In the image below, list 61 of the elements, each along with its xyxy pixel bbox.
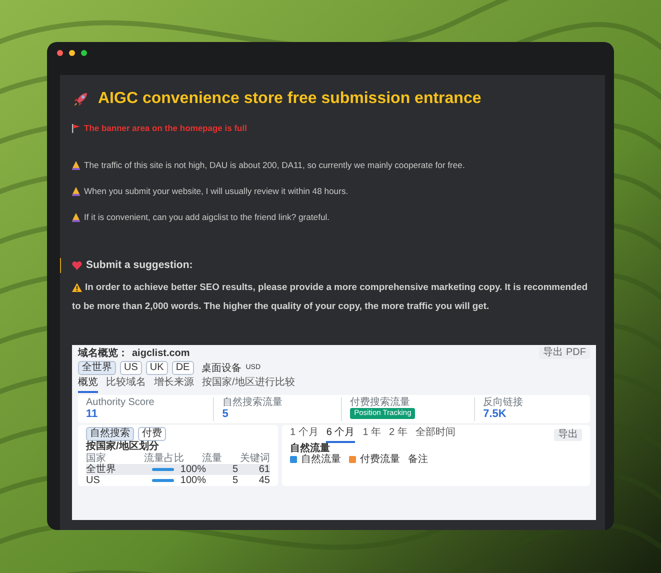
report-tab[interactable]: 按国家/地区进行比较 bbox=[202, 377, 295, 393]
period-tab[interactable]: 2 年 bbox=[389, 427, 408, 442]
report-tab[interactable]: 概览 bbox=[78, 377, 98, 393]
metric-value: 7.5K bbox=[483, 408, 508, 421]
section-title: 按国家/地区划分 bbox=[86, 441, 160, 452]
table-cell-text: 45 bbox=[258, 474, 270, 486]
column-header: 流量 bbox=[201, 452, 222, 464]
warning-icon bbox=[72, 283, 82, 292]
note-text: If it is convenient, can you add aigclist to the friend link? grateful. bbox=[84, 210, 330, 224]
heart-icon bbox=[72, 260, 82, 270]
report-tab[interactable]: 增长来源 bbox=[154, 377, 194, 393]
column-header: 流量占比 bbox=[143, 452, 184, 464]
period-tab[interactable]: 全部时间 bbox=[415, 427, 456, 442]
notice-text: The banner area on the homepage is full bbox=[84, 122, 247, 135]
legend-checkbox[interactable] bbox=[349, 456, 356, 464]
note-text: The traffic of this site is not high, DAU is about 200, DA11, so currently we mainly cooperate for free. bbox=[84, 158, 465, 172]
column-header: 关键词 bbox=[239, 452, 270, 464]
flag-icon bbox=[72, 124, 80, 134]
device-filter[interactable]: 桌面设备 bbox=[202, 362, 242, 374]
column-header: 国家 bbox=[86, 452, 106, 464]
traffic-tab[interactable]: 付费 bbox=[138, 427, 166, 441]
region-filter[interactable]: 全世界 bbox=[78, 361, 116, 376]
suggestion-text: In order to achieve better SEO results, please provide a more comprehensive marketing copy. It is recommended to be more than 2,000 words. The higher the quality of your copy, the more traffic you will get. bbox=[72, 280, 589, 314]
table-cell-text: US bbox=[86, 474, 101, 486]
chart-title: 自然流量 bbox=[290, 442, 331, 454]
metric-value: 11 bbox=[86, 408, 99, 421]
domain-name: aigclist.com bbox=[132, 348, 190, 360]
table-cell-text: 100% bbox=[179, 464, 206, 474]
export-button[interactable]: 导出 bbox=[554, 428, 582, 441]
export-pdf-button[interactable]: 导出 PDF bbox=[539, 347, 590, 360]
report-tab[interactable]: 比较域名 bbox=[106, 377, 146, 393]
table-cell-text: 全世界 bbox=[86, 464, 117, 474]
region-filter[interactable]: UK bbox=[146, 361, 168, 376]
table-cell-text: 5 bbox=[231, 464, 238, 474]
window-control[interactable] bbox=[81, 50, 87, 56]
legend-checkbox[interactable] bbox=[290, 456, 297, 464]
period-tab[interactable]: 1 个月 bbox=[290, 427, 318, 442]
region-filter[interactable]: DE bbox=[172, 361, 194, 376]
table-row[interactable]: US 100% 5 45 bbox=[86, 474, 270, 486]
legend-label: 自然流量 bbox=[301, 454, 341, 466]
metric-label: 自然搜索流量 bbox=[222, 396, 284, 408]
region-filter[interactable]: US bbox=[120, 361, 142, 376]
table-cell-text: 5 bbox=[231, 474, 238, 486]
metric-label: 付费搜索流量 bbox=[350, 396, 412, 408]
window-control[interactable] bbox=[57, 50, 63, 56]
metric-label: Authority Score bbox=[86, 396, 156, 408]
table-cell-text: 100% bbox=[179, 474, 206, 486]
note-text: When you submit your website, I will usually review it within 48 hours. bbox=[84, 184, 348, 198]
period-tab[interactable]: 6 个月 bbox=[326, 427, 355, 442]
table-cell-text: 61 bbox=[258, 464, 270, 474]
metric-value: 5 bbox=[222, 408, 230, 421]
section-heading: Submit a suggestion: bbox=[86, 258, 193, 273]
traffic-tab[interactable]: 自然搜索 bbox=[86, 427, 134, 441]
window-control[interactable] bbox=[69, 50, 75, 56]
table-row[interactable]: 全世界 100% 5 61 bbox=[86, 464, 270, 474]
legend-label: 付费流量 bbox=[360, 454, 400, 466]
period-tab[interactable]: 1 年 bbox=[362, 427, 382, 442]
domain-heading: 域名概览： bbox=[78, 348, 128, 360]
notes-button[interactable]: 备注 bbox=[408, 454, 428, 466]
metric-label: 反向链接 bbox=[483, 396, 524, 408]
page-title: AIGC convenience store free submission entrance bbox=[98, 89, 482, 108]
